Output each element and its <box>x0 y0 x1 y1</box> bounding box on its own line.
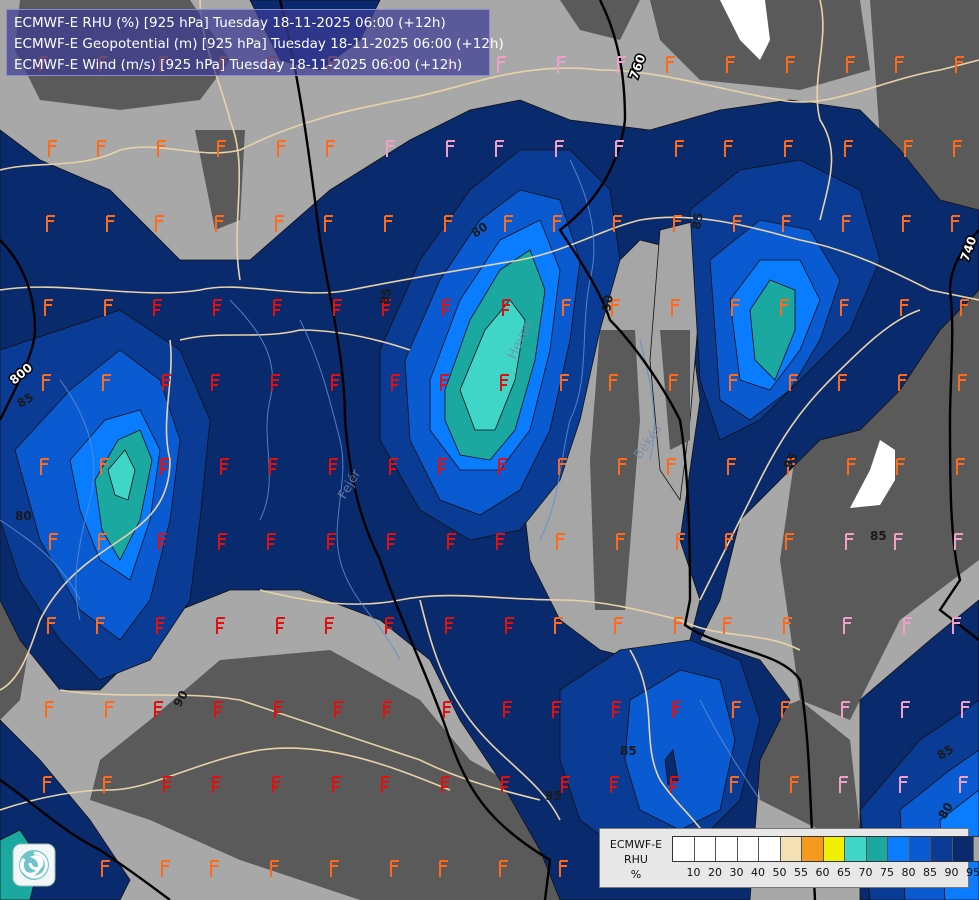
wind-barb-icon <box>557 56 566 73</box>
title-line-geopotential: ECMWF-E Geopotential (m) [925 hPa] Tuesd… <box>14 36 504 52</box>
legend-tick: 40 <box>751 866 765 879</box>
legend-swatch <box>909 837 931 861</box>
legend-tick: 85 <box>923 866 937 879</box>
legend-tick: 60 <box>815 866 830 879</box>
legend-swatch <box>780 837 802 861</box>
wind-barb-icon <box>155 215 164 232</box>
rh-100-area <box>560 0 640 40</box>
legend-tick: 20 <box>708 866 722 879</box>
legend-swatch <box>737 837 759 861</box>
wind-barb-icon <box>443 701 452 718</box>
map-title-box: ECMWF-E RHU (%) [925 hPa] Tuesday 18-11-… <box>6 9 504 76</box>
legend-tick: 55 <box>794 866 808 879</box>
legend-tick: 10 <box>686 866 701 879</box>
legend-tick: 90 <box>944 866 959 879</box>
rhu-legend: ECMWF-E RHU % 10 20 30 40 50 55 60 65 70 75 80 85 90… <box>599 828 979 888</box>
wind-barb-icon <box>325 617 334 634</box>
legend-unit: % <box>630 868 642 881</box>
legend-swatch <box>673 837 695 861</box>
wind-barb-icon <box>105 701 114 718</box>
contour-label: 85 <box>620 744 637 758</box>
wind-barb-icon <box>45 701 54 718</box>
legend-tick: 65 <box>837 866 851 879</box>
legend-swatch <box>694 837 716 861</box>
wind-barb-icon <box>161 860 170 877</box>
legend-variable: RHU <box>624 853 648 866</box>
legend-tick: 95 <box>966 866 979 879</box>
wind-barb-icon <box>216 617 225 634</box>
legend-tick: 50 <box>772 866 787 879</box>
contour-label: 85 <box>689 212 706 231</box>
wind-barb-icon <box>723 617 732 634</box>
legend-swatch <box>759 837 781 861</box>
wind-barb-icon <box>97 140 106 157</box>
contour-label: 85 <box>870 529 887 543</box>
legend-swatch <box>823 837 845 861</box>
ecmwf-swirl-icon <box>12 843 56 887</box>
legend-tick: 75 <box>880 866 894 879</box>
title-line-wind: ECMWF-E Wind (m/s) [925 hPa] Tuesday 18-… <box>14 57 463 73</box>
wind-barb-icon <box>326 140 335 157</box>
legend-swatch <box>845 837 867 861</box>
title-line-rhu: ECMWF-E RHU (%) [925 hPa] Tuesday 18-11-… <box>14 15 446 31</box>
legend-model: ECMWF-E <box>609 838 663 851</box>
legend-swatch <box>716 837 738 861</box>
legend-swatch <box>866 837 888 861</box>
legend-color-scale <box>672 836 979 862</box>
wind-barb-icon <box>48 140 57 157</box>
wind-barb-icon <box>666 56 675 73</box>
legend-swatch <box>931 837 953 861</box>
contour-label: 80 <box>15 509 32 523</box>
legend-title: ECMWF-E RHU % <box>604 837 668 882</box>
weather-map-stage: 760 740 800 80 85 85 85 90 95 95 90 85 80 85 80 85 Heves… <box>0 0 979 900</box>
contour-label: 95 <box>545 789 562 803</box>
wind-barb-icon <box>210 860 219 877</box>
legend-tick: 30 <box>729 866 744 879</box>
wind-barb-icon <box>497 56 506 73</box>
legend-swatch <box>802 837 824 861</box>
wind-barb-icon <box>276 617 285 634</box>
wind-barb-icon <box>275 215 284 232</box>
legend-swatch <box>974 837 979 861</box>
contour-label: 85 <box>377 287 394 306</box>
humidity-fields <box>0 0 979 900</box>
wind-barb-icon <box>903 617 912 634</box>
legend-tick: 70 <box>858 866 873 879</box>
rhu-map: 76074080080858585909595908580858085Heves… <box>0 0 979 900</box>
legend-swatch <box>888 837 910 861</box>
wind-barb-icon <box>277 140 286 157</box>
contour-label: 90 <box>599 294 616 313</box>
legend-tick: 80 <box>901 866 916 879</box>
legend-swatch <box>952 837 974 861</box>
contour-label: 760 <box>627 53 649 81</box>
